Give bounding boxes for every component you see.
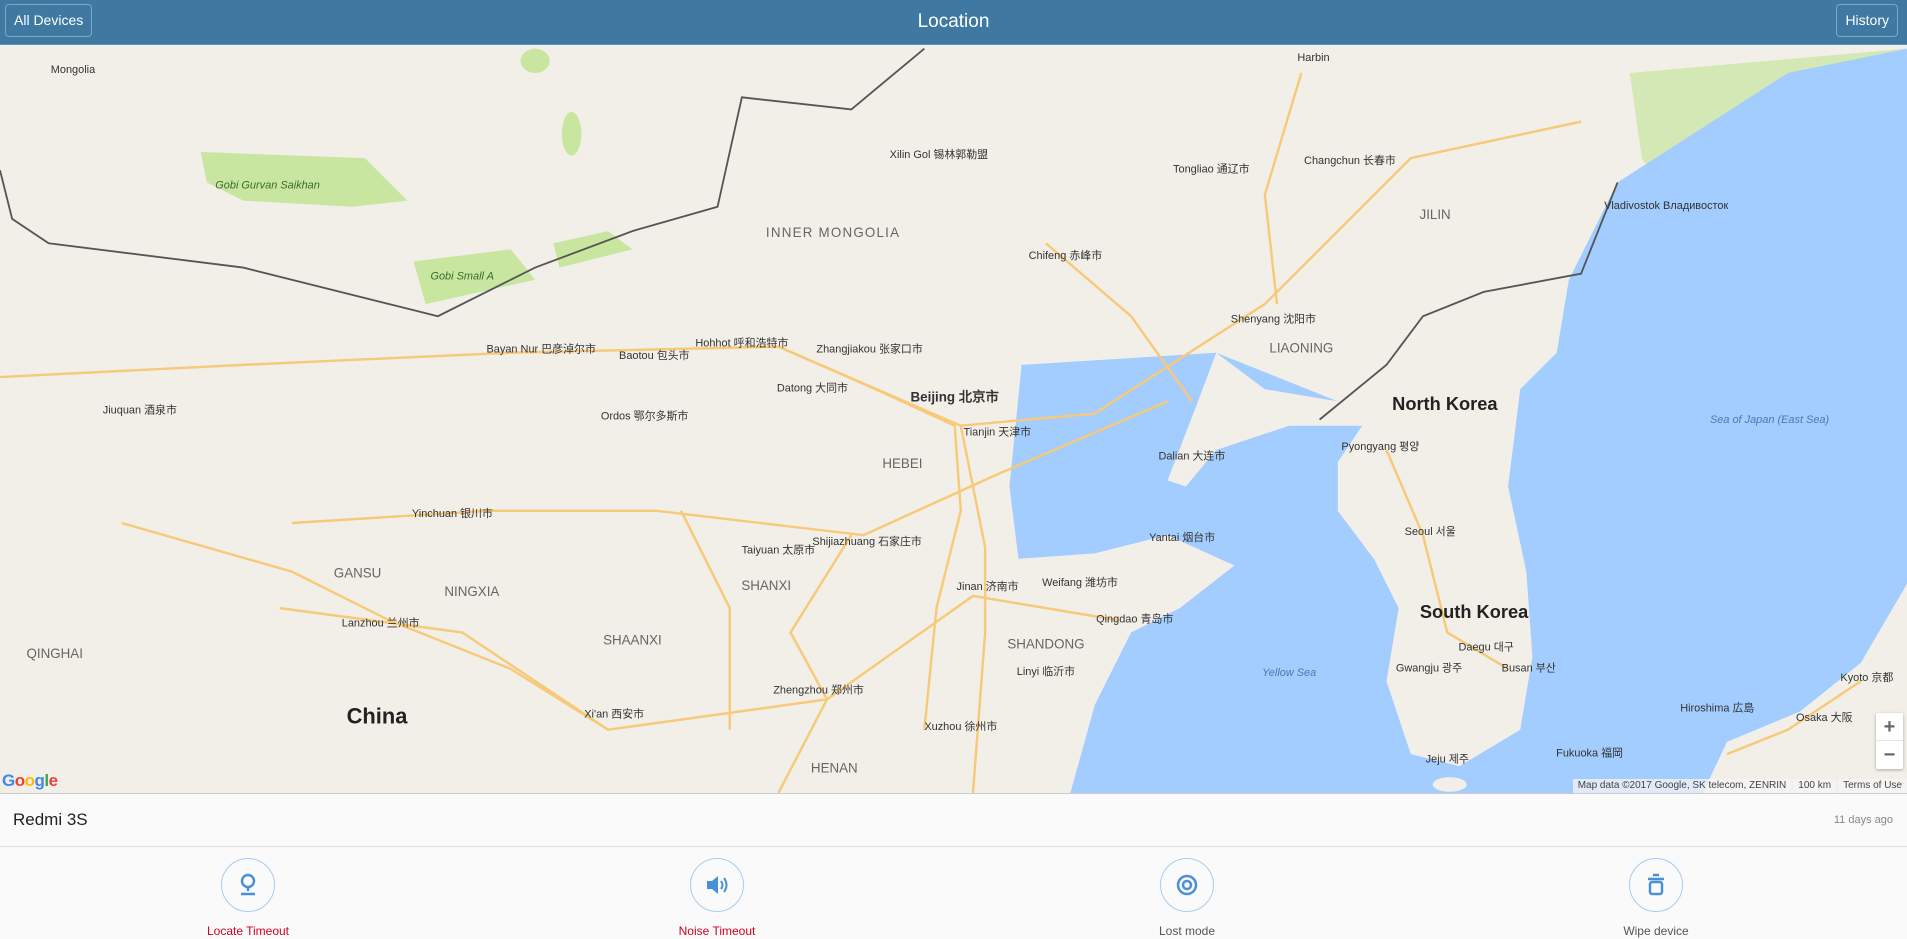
map-label: INNER MONGOLIA bbox=[766, 225, 900, 240]
map-label: Taiyuan 太原市 bbox=[742, 542, 816, 556]
map-label: Zhengzhou 郑州市 bbox=[773, 682, 864, 696]
map-label: Pyongyang 평양 bbox=[1341, 440, 1419, 453]
map-label: Yantai 烟台市 bbox=[1149, 530, 1215, 544]
map-label: Jeju 제주 bbox=[1426, 753, 1469, 766]
map-label: JILIN bbox=[1420, 207, 1451, 222]
map-attribution: Map data ©2017 Google, SK telecom, ZENRI… bbox=[1571, 779, 1907, 793]
map-label: Fukuoka 福岡 bbox=[1556, 746, 1623, 760]
page-title: Location bbox=[917, 11, 990, 32]
map-label: Qingdao 青岛市 bbox=[1096, 612, 1173, 626]
map-label: Harbin bbox=[1297, 52, 1329, 64]
map-label: Shenyang 沈阳市 bbox=[1231, 311, 1316, 325]
terms-link[interactable]: Terms of Use bbox=[1838, 779, 1907, 793]
map-label: Gwangju 광주 bbox=[1396, 661, 1462, 674]
map-label: HENAN bbox=[811, 760, 858, 775]
map-label: Hohhot 呼和浩特市 bbox=[695, 336, 788, 350]
map-label: Busan 부산 bbox=[1502, 661, 1556, 674]
map-label: LIAONING bbox=[1269, 341, 1333, 356]
map-label: Seoul 서울 bbox=[1405, 525, 1456, 538]
map-label: Gobi Small A bbox=[430, 271, 493, 283]
map-label: Jiuquan 酒泉市 bbox=[103, 403, 177, 417]
wipe-device-label: Wipe device bbox=[1623, 924, 1689, 938]
map-label: Jinan 济南市 bbox=[957, 579, 1019, 593]
map-label: Xi'an 西安市 bbox=[584, 707, 644, 721]
map-label: Dalian 大连市 bbox=[1158, 449, 1225, 463]
lost-mode-button[interactable]: Lost mode bbox=[1087, 858, 1287, 938]
last-seen-time: 11 days ago bbox=[1833, 814, 1893, 826]
map-label: NINGXIA bbox=[444, 584, 499, 599]
map-label: Tongliao 通辽市 bbox=[1173, 162, 1250, 176]
map-label: SHAANXI bbox=[603, 633, 662, 648]
map-label: Ordos 鄂尔多斯市 bbox=[601, 409, 689, 423]
map-label: Kyoto 京都 bbox=[1840, 670, 1893, 684]
map-label: Yinchuan 银川市 bbox=[412, 506, 493, 520]
map-label: SHANDONG bbox=[1007, 636, 1084, 651]
noise-button[interactable]: Noise Timeout bbox=[617, 858, 817, 938]
map-label: Baotou 包头市 bbox=[619, 348, 690, 362]
map-label: China bbox=[347, 704, 409, 729]
wipe-device-button[interactable]: Wipe device bbox=[1556, 858, 1756, 938]
map-label: GANSU bbox=[334, 566, 382, 581]
map-label: Hiroshima 広島 bbox=[1680, 701, 1754, 715]
location-pin-icon bbox=[221, 858, 275, 912]
map-label: Shijiazhuang 石家庄市 bbox=[812, 534, 921, 548]
map-label: Xuzhou 徐州市 bbox=[924, 719, 997, 733]
map-label: QINGHAI bbox=[27, 646, 83, 661]
map-label: Datong 大同市 bbox=[777, 381, 848, 395]
map-label: Linyi 临沂市 bbox=[1017, 664, 1075, 678]
locate-button[interactable]: Locate Timeout bbox=[148, 858, 348, 938]
map-label: Beijing 北京市 bbox=[911, 388, 999, 404]
map-label: Zhangjiakou 张家口市 bbox=[816, 342, 922, 356]
locate-label: Locate Timeout bbox=[206, 924, 290, 938]
map-label: Changchun 长春市 bbox=[1304, 153, 1396, 167]
noise-label: Noise Timeout bbox=[678, 924, 756, 938]
map-label: Chifeng 赤峰市 bbox=[1029, 248, 1103, 262]
google-logo: Google bbox=[2, 771, 58, 790]
zoom-in-button[interactable]: + bbox=[1876, 713, 1903, 741]
history-button[interactable]: History bbox=[1836, 4, 1898, 37]
map-label: Xilin Gol 锡林郭勒盟 bbox=[890, 147, 989, 161]
map-label: Lanzhou 兰州市 bbox=[342, 615, 420, 629]
map-label: Vladivostok Владивосток bbox=[1604, 200, 1728, 212]
device-info-row: Redmi 3S 11 days ago bbox=[0, 793, 1907, 847]
map-label: HEBEI bbox=[882, 456, 922, 471]
map-label: Mongolia bbox=[51, 64, 96, 76]
map-label: South Korea bbox=[1420, 601, 1529, 622]
map-label: SHANXI bbox=[741, 578, 791, 593]
top-bar: All Devices Location History bbox=[0, 0, 1907, 45]
map-canvas: Mongolia Gobi Gurvan Saikhan Gobi Small … bbox=[0, 45, 1907, 793]
zoom-controls: + − bbox=[1876, 713, 1903, 769]
target-icon bbox=[1160, 858, 1214, 912]
map-data-text: Map data ©2017 Google, SK telecom, ZENRI… bbox=[1572, 779, 1792, 793]
speaker-icon bbox=[690, 858, 744, 912]
zoom-out-button[interactable]: − bbox=[1876, 741, 1903, 769]
map-label: Sea of Japan (East Sea) bbox=[1710, 414, 1829, 426]
map-scale: 100 km bbox=[1793, 779, 1837, 793]
map-label: Bayan Nur 巴彦淖尔市 bbox=[487, 342, 596, 356]
map-label: Daegu 대구 bbox=[1458, 641, 1513, 654]
map-label: Gobi Gurvan Saikhan bbox=[215, 180, 320, 192]
map-label: Tianjin 天津市 bbox=[963, 424, 1031, 438]
lost-mode-label: Lost mode bbox=[1158, 924, 1216, 938]
map-view[interactable]: Mongolia Gobi Gurvan Saikhan Gobi Small … bbox=[0, 45, 1907, 793]
map-label: Weifang 潍坊市 bbox=[1042, 575, 1118, 589]
device-name: Redmi 3S bbox=[13, 810, 88, 829]
map-label: North Korea bbox=[1392, 393, 1498, 414]
trash-icon bbox=[1629, 858, 1683, 912]
map-label: Osaka 大阪 bbox=[1796, 710, 1853, 724]
map-label: Yellow Sea bbox=[1262, 667, 1316, 679]
